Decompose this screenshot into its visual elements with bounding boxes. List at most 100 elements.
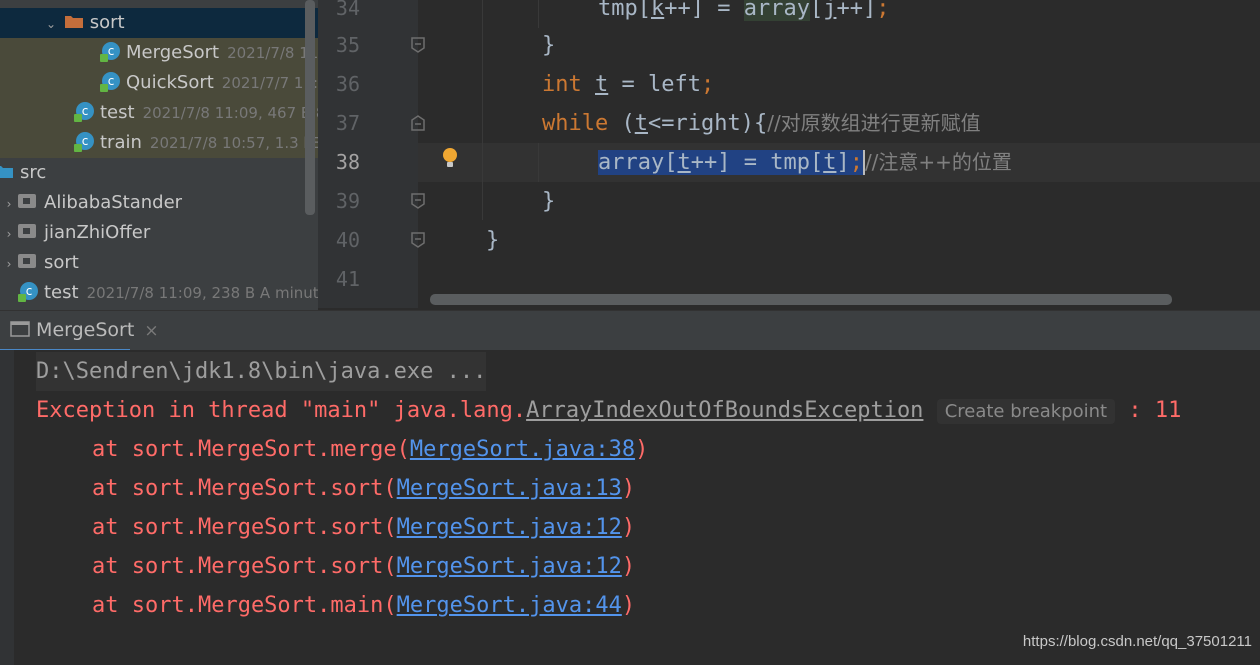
code-token: ++] [836,0,877,21]
java-class-icon: c [74,102,94,122]
tree-package-sort[interactable]: › sort [0,248,318,278]
tree-folder-src[interactable]: src [0,158,318,188]
code-token: int [542,72,582,97]
code-token: [ [809,0,824,21]
code-token: array [743,0,810,21]
tree-package-jianzhioffer[interactable]: › jianZhiOffer [0,218,318,248]
project-tree: ⌄ sort c MergeSort 2021/7/8 11 c QuickSort 2… [0,0,318,310]
stack-frame: at sort.MergeSort.sort(MergeSort.java:12… [92,508,635,547]
java-class-icon: c [74,132,94,152]
tree-item-label: AlibabaStander [44,192,183,213]
code-line-37: while (t<=right){//对原数组进行更新赋值 [542,104,981,143]
tree-file-quicksort[interactable]: c QuickSort 2021/7/7 11: [0,68,318,98]
fold-end-icon[interactable] [409,231,427,249]
code-token: ] [836,150,850,175]
stack-frame-text: ) [621,515,636,540]
stack-frame-text: at sort.MergeSort.merge( [92,437,410,462]
console-exception-line: Exception in thread "main" java.lang.Arr… [36,391,1181,430]
source-link[interactable]: MergeSort.java:38 [410,437,635,462]
fold-start-icon[interactable] [409,114,427,132]
exception-text: : 11 [1115,398,1182,423]
tree-item-label: QuickSort [126,72,214,93]
line-number: 41 [335,267,360,291]
code-token: ( [608,111,635,136]
tree-item-label: sort [44,252,79,273]
stack-frame-text: at sort.MergeSort.sort( [92,476,397,501]
stack-frame-text: at sort.MergeSort.sort( [92,554,397,579]
code-token: array[ [598,150,678,175]
code-token: = left [608,72,701,97]
code-line-39: } [542,189,556,214]
indent-guide [538,143,539,182]
line-number: 34 [335,0,360,20]
tree-file-test-src[interactable]: c test 2021/7/8 11:09, 238 B A minut [0,278,318,308]
indent-guide [538,0,539,28]
java-class-icon: c [100,42,120,62]
tree-item-label: src [20,162,47,183]
chevron-right-icon[interactable]: › [0,189,18,219]
stack-frame: at sort.MergeSort.main(MergeSort.java:44… [92,586,635,625]
package-icon [18,194,36,208]
code-token: t [595,72,609,97]
tree-item-meta: 2021/7/8 11:09, 238 B A minut [86,284,318,302]
close-icon[interactable]: × [144,321,158,341]
tree-file-train[interactable]: c train 2021/7/8 10:57, 1.3 kB [0,128,318,158]
chevron-right-icon[interactable]: › [0,249,18,279]
source-link[interactable]: MergeSort.java:12 [397,515,622,540]
java-class-icon: c [100,72,120,92]
tree-item-meta: 2021/7/8 10:57, 1.3 kB [149,134,318,152]
editor-horizontal-scrollbar[interactable] [430,294,1172,305]
code-comment: //对原数组进行更新赋值 [767,111,981,135]
source-link[interactable]: MergeSort.java:44 [397,593,622,618]
line-number: 40 [335,228,360,252]
tree-file-test[interactable]: c test 2021/7/8 11:09, 467 B 8 [0,98,318,128]
chevron-down-icon[interactable]: ⌄ [44,9,58,39]
source-link[interactable]: MergeSort.java:12 [397,554,622,579]
console-icon [10,320,30,337]
java-class-icon: c [18,282,38,302]
tree-folder-sort[interactable]: ⌄ sort [0,8,318,38]
create-breakpoint-button[interactable]: Create breakpoint [936,399,1116,424]
run-tab-mergesort[interactable]: MergeSort × [0,310,169,350]
code-token: ++] = [664,0,744,21]
code-token: t [677,150,691,175]
code-line-38: array[t++] = tmp[t];//注意++的位置 [598,143,1012,182]
exception-class-link[interactable]: ArrayIndexOutOfBoundsException [526,398,923,423]
package-icon [18,254,36,268]
run-tab-label: MergeSort [36,319,135,341]
tree-item-meta: 2021/7/7 11: [221,74,318,92]
tree-package-alibabastander[interactable]: › AlibabaStander [0,188,318,218]
source-link[interactable]: MergeSort.java:13 [397,476,622,501]
code-token: tmp[ [598,0,651,21]
stack-frame-text: at sort.MergeSort.sort( [92,515,397,540]
stack-frame-text: at sort.MergeSort.main( [92,593,397,618]
stack-frame-text: ) [621,554,636,579]
watermark: https://blog.csdn.net/qq_37501211 [1022,633,1252,650]
fold-end-icon[interactable] [409,192,427,210]
stack-frame-text: ) [621,593,636,618]
console-toolbar-strip [0,350,14,665]
selected-code[interactable]: array[t++] = tmp[t]; [598,150,863,175]
code-token: t [823,150,837,175]
code-line-36: int t = left; [542,65,714,104]
tree-file-mergesort[interactable]: c MergeSort 2021/7/8 11 [0,38,318,68]
code-token: ; [849,150,863,175]
line-number: 36 [335,72,360,96]
code-token: ; [876,0,890,21]
code-token: j [823,0,837,21]
package-icon [18,224,36,238]
code-line-40: } [486,228,500,253]
line-number-current: 38 [335,150,360,174]
tree-scrollbar[interactable] [305,0,315,215]
fold-end-icon[interactable] [409,36,427,54]
code-token: k [650,0,665,21]
code-line-35: } [542,33,556,58]
lightbulb-icon[interactable] [440,146,460,170]
tree-item-label: MergeSort [126,42,220,63]
source-folder-icon [0,165,13,178]
stack-frame-text: ) [621,476,636,501]
chevron-right-icon[interactable]: › [0,219,18,249]
run-tab-bar [0,310,1260,351]
indent-guide [482,0,483,220]
folder-icon [64,15,83,28]
